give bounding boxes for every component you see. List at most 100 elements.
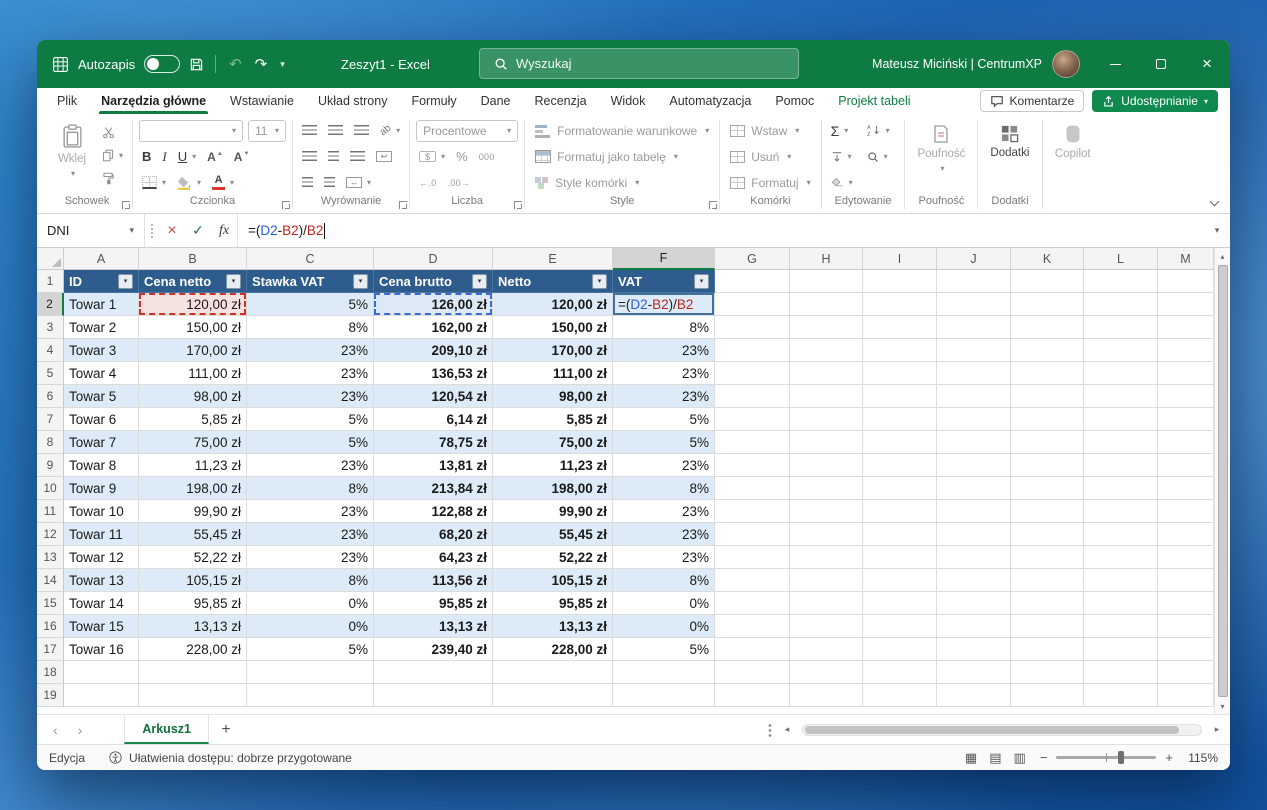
qat-customize-button[interactable]: ▾: [278, 59, 287, 70]
cell-A15[interactable]: Towar 14: [64, 592, 139, 615]
cell-I1[interactable]: [863, 270, 937, 293]
cell-A8[interactable]: Towar 7: [64, 431, 139, 454]
row-header-4[interactable]: 4: [37, 339, 64, 362]
cell-F11[interactable]: 23%: [613, 500, 715, 523]
cell-E12[interactable]: 55,45 zł: [493, 523, 613, 546]
increase-indent-button[interactable]: [321, 173, 338, 193]
cell-H4[interactable]: [790, 339, 863, 362]
cell-M6[interactable]: [1158, 385, 1214, 408]
cell-D11[interactable]: 122,88 zł: [374, 500, 493, 523]
cell-I11[interactable]: [863, 500, 937, 523]
cell-I4[interactable]: [863, 339, 937, 362]
column-header-B[interactable]: B: [139, 248, 247, 270]
row-header-1[interactable]: 1: [37, 270, 64, 293]
cell-A19[interactable]: [64, 684, 139, 707]
cell-I19[interactable]: [863, 684, 937, 707]
cell-F7[interactable]: 5%: [613, 408, 715, 431]
cell-H6[interactable]: [790, 385, 863, 408]
vertical-scroll-thumb[interactable]: [1218, 265, 1228, 697]
zoom-level[interactable]: 115%: [1182, 751, 1218, 765]
column-header-D[interactable]: D: [374, 248, 493, 270]
redo-button[interactable]: ↷: [253, 55, 270, 73]
cell-D19[interactable]: [374, 684, 493, 707]
cell-G13[interactable]: [715, 546, 790, 569]
cell-F6[interactable]: 23%: [613, 385, 715, 408]
collapse-ribbon-icon[interactable]: [1210, 197, 1220, 207]
row-header-8[interactable]: 8: [37, 431, 64, 454]
cell-J3[interactable]: [937, 316, 1011, 339]
cell-L16[interactable]: [1084, 615, 1158, 638]
cell-E7[interactable]: 5,85 zł: [493, 408, 613, 431]
cancel-entry-button[interactable]: ×: [159, 214, 185, 247]
decrease-indent-button[interactable]: [299, 173, 316, 193]
cell-C1[interactable]: Stawka VAT▾: [247, 270, 374, 293]
filter-button-A[interactable]: ▾: [118, 274, 133, 289]
cell-J4[interactable]: [937, 339, 1011, 362]
cell-A17[interactable]: Towar 16: [64, 638, 139, 661]
cell-L2[interactable]: [1084, 293, 1158, 316]
cell-F10[interactable]: 8%: [613, 477, 715, 500]
cell-J8[interactable]: [937, 431, 1011, 454]
cell-B11[interactable]: 99,90 zł: [139, 500, 247, 523]
cell-F8[interactable]: 5%: [613, 431, 715, 454]
cell-I8[interactable]: [863, 431, 937, 454]
increase-decimal-button[interactable]: ←.0: [416, 173, 439, 193]
cell-B6[interactable]: 98,00 zł: [139, 385, 247, 408]
cell-F16[interactable]: 0%: [613, 615, 715, 638]
cell-styles-button[interactable]: Style komórki▾: [531, 171, 713, 194]
row-header-5[interactable]: 5: [37, 362, 64, 385]
cell-J12[interactable]: [937, 523, 1011, 546]
cell-M5[interactable]: [1158, 362, 1214, 385]
cell-L9[interactable]: [1084, 454, 1158, 477]
cell-G6[interactable]: [715, 385, 790, 408]
cell-L19[interactable]: [1084, 684, 1158, 707]
column-header-I[interactable]: I: [863, 248, 937, 270]
cell-C16[interactable]: 0%: [247, 615, 374, 638]
tab-wstawianie[interactable]: Wstawianie: [218, 88, 306, 114]
cell-H16[interactable]: [790, 615, 863, 638]
cell-G16[interactable]: [715, 615, 790, 638]
select-all-corner[interactable]: [37, 248, 64, 270]
cell-K6[interactable]: [1011, 385, 1084, 408]
conditional-formatting-button[interactable]: Formatowanie warunkowe▾: [531, 119, 713, 142]
cell-K4[interactable]: [1011, 339, 1084, 362]
alignment-dialog-launcher[interactable]: [399, 201, 407, 209]
cell-D5[interactable]: 136,53 zł: [374, 362, 493, 385]
cell-H13[interactable]: [790, 546, 863, 569]
cell-A11[interactable]: Towar 10: [64, 500, 139, 523]
tab-recenzja[interactable]: Recenzja: [523, 88, 599, 114]
cell-H11[interactable]: [790, 500, 863, 523]
cell-M1[interactable]: [1158, 270, 1214, 293]
maximize-button[interactable]: [1138, 40, 1184, 88]
cell-H9[interactable]: [790, 454, 863, 477]
cell-A3[interactable]: Towar 2: [64, 316, 139, 339]
page-layout-view-icon[interactable]: ▤: [989, 750, 1001, 766]
cell-K18[interactable]: [1011, 661, 1084, 684]
name-box[interactable]: DNI ▾: [37, 214, 145, 247]
cell-C6[interactable]: 23%: [247, 385, 374, 408]
cell-A12[interactable]: Towar 11: [64, 523, 139, 546]
cell-D2[interactable]: 126,00 zł: [374, 293, 493, 316]
cell-B14[interactable]: 105,15 zł: [139, 569, 247, 592]
cell-M4[interactable]: [1158, 339, 1214, 362]
clipboard-dialog-launcher[interactable]: [122, 201, 130, 209]
cell-F2[interactable]: =(D2-B2)/B2: [613, 293, 715, 316]
cell-K10[interactable]: [1011, 477, 1084, 500]
cell-D7[interactable]: 6,14 zł: [374, 408, 493, 431]
column-header-F[interactable]: F: [613, 248, 715, 270]
cell-H17[interactable]: [790, 638, 863, 661]
cell-E19[interactable]: [493, 684, 613, 707]
formula-bar-expand-icon[interactable]: ▾: [1204, 214, 1230, 247]
next-sheet-icon[interactable]: ›: [78, 722, 83, 738]
cell-L13[interactable]: [1084, 546, 1158, 569]
cell-F19[interactable]: [613, 684, 715, 707]
cell-F3[interactable]: 8%: [613, 316, 715, 339]
cell-G1[interactable]: [715, 270, 790, 293]
number-dialog-launcher[interactable]: [514, 201, 522, 209]
cell-L6[interactable]: [1084, 385, 1158, 408]
row-header-19[interactable]: 19: [37, 684, 64, 707]
cell-C19[interactable]: [247, 684, 374, 707]
cell-B15[interactable]: 95,85 zł: [139, 592, 247, 615]
format-cells-button[interactable]: Formatuj▾: [726, 171, 814, 194]
sheet-options-icon[interactable]: [768, 723, 772, 737]
